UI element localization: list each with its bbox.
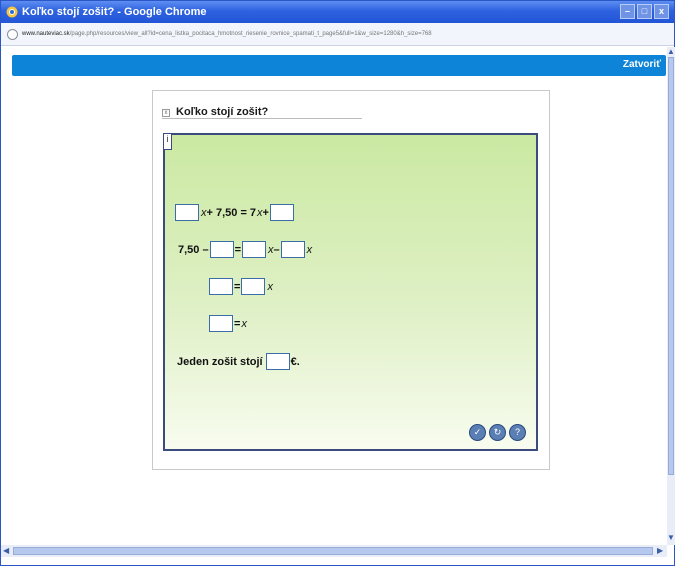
check-icon[interactable]: ✓ xyxy=(469,424,486,441)
info-icon[interactable]: i xyxy=(163,133,172,150)
close-icon[interactable]: x xyxy=(162,109,170,117)
variable-x: x xyxy=(306,243,313,256)
scroll-thumb[interactable] xyxy=(668,57,674,475)
refresh-icon[interactable]: ↻ xyxy=(489,424,506,441)
window-title: Koľko stojí zošit? - Google Chrome xyxy=(22,6,207,18)
close-link[interactable]: Zatvoriť xyxy=(623,59,661,70)
page-content: Zatvoriť x Koľko stojí zošit? i x + 7,50… xyxy=(1,47,667,545)
answer-input[interactable] xyxy=(209,278,233,295)
url-domain: www.nauteviac.sk xyxy=(22,31,70,37)
scroll-left-icon[interactable]: ◀ xyxy=(3,546,9,555)
answer-row: Jeden zošit stojí €. xyxy=(177,353,300,370)
variable-x: x xyxy=(241,317,247,330)
currency-label: €. xyxy=(290,355,300,368)
answer-input[interactable] xyxy=(242,241,267,258)
equation-row-1: x + 7,50 = 7 x + xyxy=(174,204,295,221)
title-bar: Koľko stojí zošit? - Google Chrome – □ x xyxy=(1,1,674,23)
answer-input[interactable] xyxy=(265,353,290,370)
answer-input[interactable] xyxy=(209,315,233,332)
variable-x: x xyxy=(267,280,273,293)
exercise-tools: ✓ ↻ ? xyxy=(469,424,526,441)
equation-area: i x + 7,50 = 7 x + 7,50 – = x – x = x = … xyxy=(163,133,538,451)
exercise-title: Koľko stojí zošit? xyxy=(176,106,269,118)
answer-input[interactable] xyxy=(241,278,266,295)
equation-text: – xyxy=(273,243,280,256)
equation-text: + xyxy=(262,206,269,219)
answer-input[interactable] xyxy=(280,241,305,258)
equation-row-4: = x xyxy=(208,315,247,332)
scroll-right-icon[interactable]: ▶ xyxy=(657,546,663,555)
page-icon xyxy=(7,28,18,40)
hint-icon[interactable]: ? xyxy=(509,424,526,441)
scroll-down-icon[interactable]: ▼ xyxy=(667,533,675,542)
title-divider xyxy=(162,118,362,119)
equation-row-2: 7,50 – = x – x xyxy=(178,241,312,258)
scroll-up-icon[interactable]: ▲ xyxy=(667,47,675,56)
window-controls: – □ x xyxy=(620,4,669,19)
equation-row-3: = x xyxy=(208,278,273,295)
equation-text: = xyxy=(234,243,242,256)
answer-input[interactable] xyxy=(175,204,199,221)
maximize-button[interactable]: □ xyxy=(637,4,652,19)
equation-text: + 7,50 = 7 xyxy=(206,206,257,219)
close-window-button[interactable]: x xyxy=(654,4,669,19)
browser-window: Koľko stojí zošit? - Google Chrome – □ x… xyxy=(0,0,675,566)
answer-input[interactable] xyxy=(209,241,234,258)
horizontal-scrollbar[interactable]: ◀ ▶ xyxy=(1,545,667,557)
equation-text: = xyxy=(234,317,241,330)
url-path: /page.php/resources/view_all?id=cena_lis… xyxy=(69,31,432,37)
minimize-button[interactable]: – xyxy=(620,4,635,19)
answer-label: Jeden zošit stojí xyxy=(177,355,263,368)
equation-text: 7,50 – xyxy=(178,243,209,256)
vertical-scrollbar[interactable]: ▲ ▼ xyxy=(667,47,675,545)
chrome-icon xyxy=(6,6,18,18)
address-bar[interactable]: www.nauteviac.sk/page.php/resources/view… xyxy=(1,23,674,46)
scroll-thumb[interactable] xyxy=(13,547,653,555)
equation-text: = xyxy=(234,280,241,293)
answer-input[interactable] xyxy=(269,204,294,221)
exercise-panel: x Koľko stojí zošit? i x + 7,50 = 7 x + … xyxy=(152,90,550,470)
header-bar: Zatvoriť xyxy=(12,55,666,76)
